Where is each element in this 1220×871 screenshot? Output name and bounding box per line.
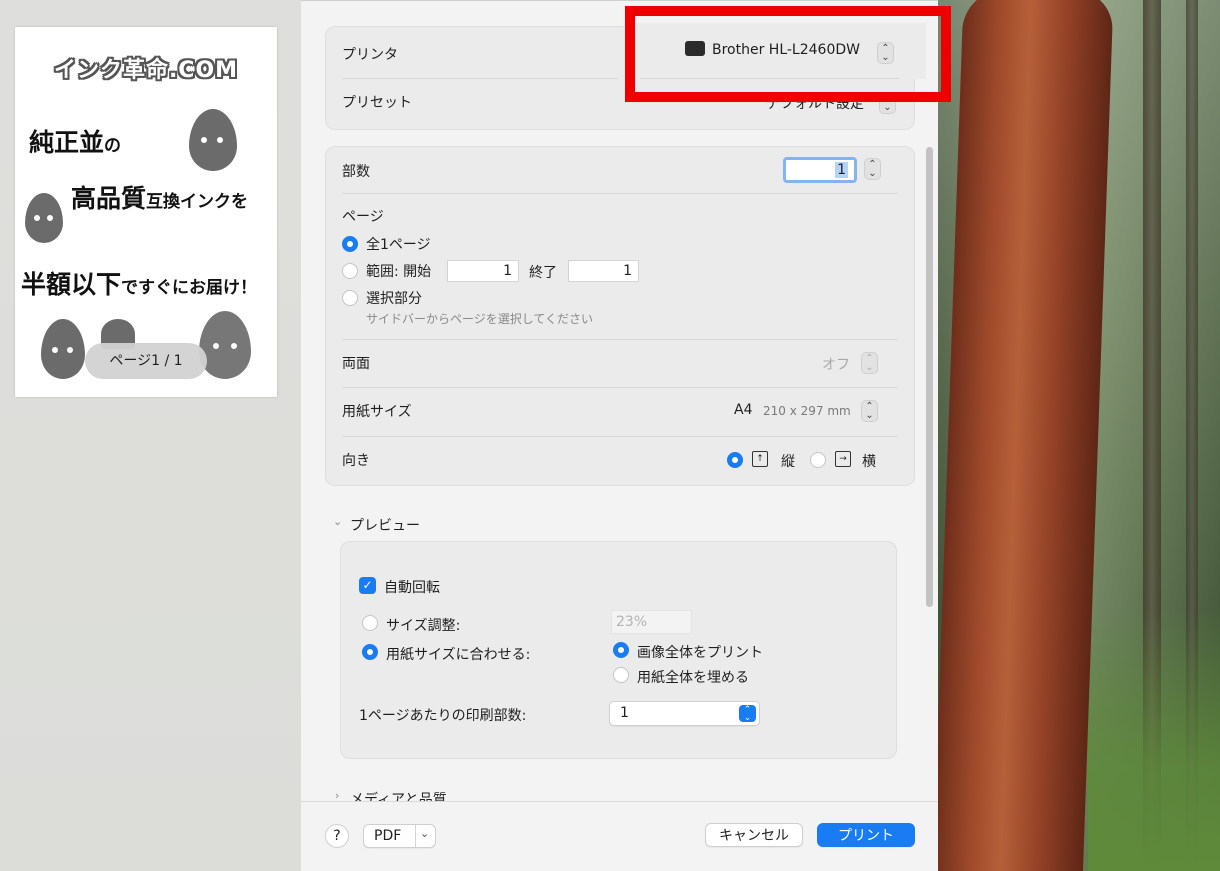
orientation-portrait-radio[interactable] — [727, 452, 743, 468]
copies-per-page-popup[interactable]: 1 ⌃ ⌄ — [609, 701, 760, 726]
print-button[interactable]: プリント — [817, 823, 915, 847]
pages-all-radio[interactable] — [342, 236, 358, 252]
divider — [342, 339, 898, 340]
background-grass — [1088, 611, 1220, 871]
page-indicator: ページ1 / 1 — [85, 343, 207, 379]
mascot-drop-icon — [199, 311, 251, 379]
fill-paper-label: 用紙全体を埋める — [637, 670, 749, 686]
highlight-box — [625, 6, 951, 102]
preview-section-title[interactable]: プレビュー — [350, 515, 420, 535]
range-from-input[interactable]: 1 — [447, 260, 519, 282]
duplex-popup-chevron-icon[interactable]: ⌃ ⌄ — [861, 352, 878, 374]
chevron-down-icon[interactable]: ⌄ — [333, 515, 342, 528]
print-entire-radio[interactable] — [613, 642, 629, 658]
popup-chevron-icon: ⌃ ⌄ — [739, 705, 756, 723]
copies-value: 1 — [835, 162, 848, 178]
pages-selection-row[interactable]: 選択部分 — [342, 287, 898, 309]
landscape-icon: → — [835, 451, 851, 467]
orientation-portrait-label: 縦 — [781, 454, 795, 470]
copies-per-page-label: 1ページあたりの印刷部数: — [359, 708, 527, 724]
pdf-label: PDF — [374, 828, 402, 844]
preview-pane: インク革命.COM 純正並の 高品質互換インクを 半額以下ですぐにお届け！ ペー… — [0, 0, 301, 871]
duplex-row: 両面 — [342, 352, 898, 374]
ad-line-3-big: 半額以下 — [21, 270, 122, 299]
divider — [342, 436, 898, 437]
ad-line-3: 半額以下ですぐにお届け！ — [21, 265, 257, 301]
ad-line-1-big: 純正並 — [29, 128, 105, 157]
pages-range-label: 範囲: 開始 — [366, 264, 432, 280]
ad-line-2-big: 高品質 — [71, 184, 147, 213]
pages-selection-hint: サイドバーからページを選択してください — [366, 312, 594, 326]
mascot-drop-icon — [25, 193, 63, 243]
mascot-drop-icon — [189, 109, 237, 171]
paper-size-popup-chevron-icon[interactable]: ⌃ ⌄ — [861, 400, 878, 422]
auto-rotate-label: 自動回転 — [384, 580, 440, 596]
preview-group: ✓ 自動回転 サイズ調整: 23% 用紙サイズに合わせる: 画像全体をプリント … — [340, 541, 897, 759]
page-thumbnail[interactable]: インク革命.COM 純正並の 高品質互換インクを 半額以下ですぐにお届け！ ペー… — [15, 27, 277, 397]
portrait-icon: ↑ — [752, 451, 768, 467]
printer-label: プリンタ — [342, 47, 398, 63]
scale-input[interactable]: 23% — [611, 610, 692, 634]
chevron-down-icon: ⌄ — [420, 827, 430, 840]
duplex-label: 両面 — [342, 356, 370, 372]
pages-label: ページ — [342, 209, 384, 225]
ad-line-1: 純正並の — [29, 123, 121, 159]
print-entire-label: 画像全体をプリント — [637, 645, 763, 661]
scale-radio[interactable] — [362, 615, 378, 631]
duplex-value[interactable]: オフ — [822, 354, 850, 374]
copies-input[interactable]: 1 — [783, 157, 857, 183]
pages-header-row: ページ — [342, 205, 898, 227]
paper-size-dims: 210 x 297 mm — [763, 404, 851, 418]
scrollbar[interactable] — [926, 147, 933, 607]
ad-line-2-small: 互換インクを — [146, 192, 249, 212]
copies-stepper[interactable]: ⌃ ⌄ — [864, 158, 881, 180]
pages-selection-radio[interactable] — [342, 290, 358, 306]
settings-scroll-area[interactable]: プリンタ プリセット デフォルト設定 ⌃ ⌄ Brother HL-L2460DW… — [301, 1, 938, 801]
pages-all-label: 全1ページ — [366, 237, 431, 253]
ad-logo: インク革命.COM — [53, 58, 239, 83]
help-button[interactable]: ? — [325, 824, 349, 848]
fit-radio[interactable] — [362, 644, 378, 660]
divider — [342, 387, 898, 388]
cancel-button[interactable]: キャンセル — [705, 823, 803, 847]
scale-label: サイズ調整: — [386, 618, 461, 634]
ad-line-1-small: の — [104, 136, 122, 156]
range-to-input[interactable]: 1 — [568, 260, 639, 282]
paper-size-value[interactable]: A4 — [734, 402, 752, 418]
media-section-title[interactable]: メディアと品質 — [350, 789, 447, 801]
copies-label: 部数 — [342, 164, 370, 180]
auto-rotate-checkbox[interactable]: ✓ — [359, 577, 376, 594]
preset-label: プリセット — [342, 95, 412, 111]
pdf-menu-button[interactable]: PDF ⌄ — [363, 824, 436, 848]
settings-group: 部数 1 ⌃ ⌄ ページ 全1ページ 範囲: 開始 1 終了 1 選択部分 サイ… — [325, 146, 915, 486]
dialog-footer: ? PDF ⌄ キャンセル プリント — [301, 801, 938, 871]
fill-paper-radio[interactable] — [613, 667, 629, 683]
divider — [415, 825, 416, 847]
copies-per-page-value: 1 — [620, 705, 629, 721]
fit-label: 用紙サイズに合わせる: — [386, 647, 531, 663]
ad-line-3-small: ですぐにお届け！ — [121, 278, 258, 298]
divider — [342, 193, 898, 194]
ad-line-2: 高品質互換インクを — [71, 179, 248, 215]
background-trunk — [938, 0, 1114, 871]
pages-all-row[interactable]: 全1ページ — [342, 233, 898, 255]
chevron-right-icon[interactable]: › — [335, 789, 339, 801]
pages-selection-label: 選択部分 — [366, 291, 422, 307]
orientation-label: 向き — [342, 453, 370, 469]
mascot-drop-icon — [41, 319, 85, 379]
print-dialog: プリンタ プリセット デフォルト設定 ⌃ ⌄ Brother HL-L2460DW… — [301, 0, 938, 871]
divider — [342, 78, 618, 79]
paper-size-label: 用紙サイズ — [342, 404, 412, 420]
range-to-label: 終了 — [529, 265, 557, 281]
desktop-background — [938, 0, 1220, 871]
orientation-landscape-label: 横 — [862, 454, 876, 470]
pages-range-radio[interactable] — [342, 263, 358, 279]
orientation-landscape-radio[interactable] — [810, 452, 826, 468]
